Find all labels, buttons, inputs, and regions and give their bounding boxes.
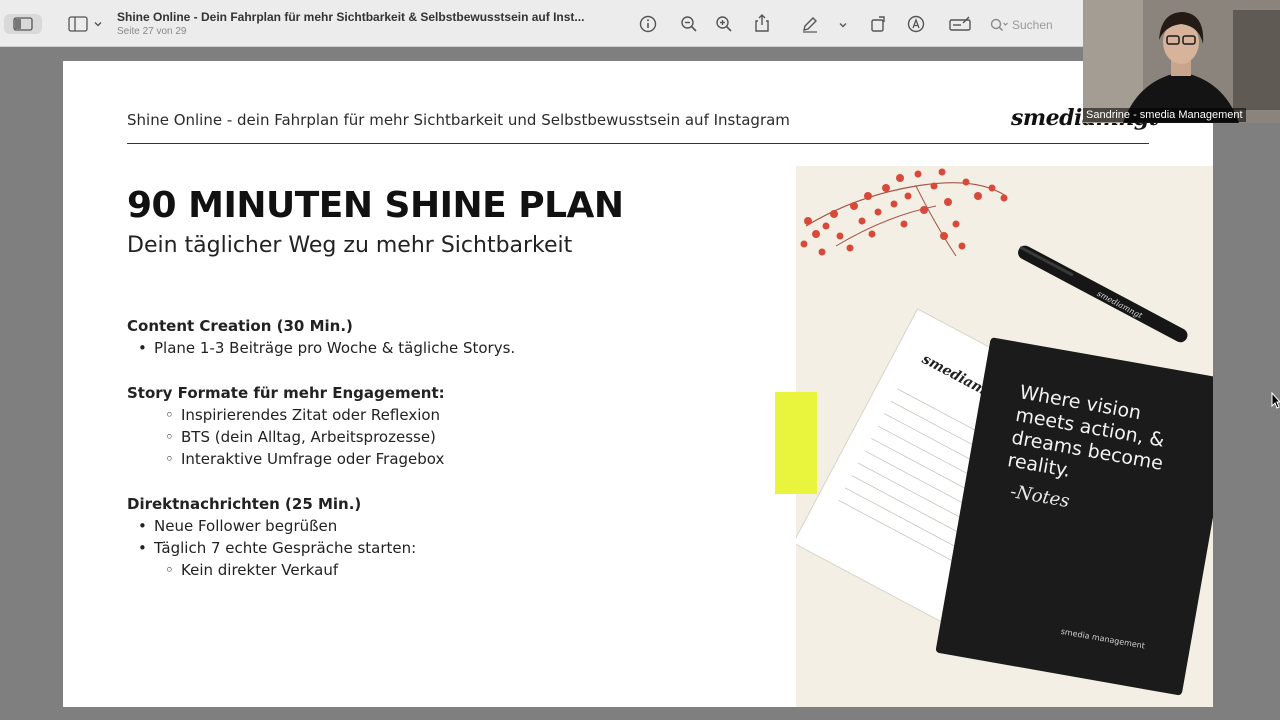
rotate-icon (871, 16, 885, 32)
pen-icon (803, 17, 817, 33)
slide-title: 90 MINUTEN SHINE PLAN (127, 185, 624, 226)
form-icon (949, 16, 971, 31)
list-item: Täglich 7 echte Gespräche starten: (127, 537, 515, 559)
sidebar-layout-icon (68, 16, 88, 32)
pdf-viewer-toolbar: Shine Online - Dein Fahrplan für mehr Si… (0, 0, 1083, 47)
notebook-photo: smediamngt smediamngt Where vision meets… (796, 166, 1213, 707)
form-fill-button[interactable] (948, 14, 972, 34)
page-indicator: Seite 27 von 29 (117, 26, 187, 37)
chevron-down-icon (839, 23, 847, 28)
zoom-out-button[interactable] (679, 14, 699, 34)
participant-name: Sandrine - smedia Management (1083, 108, 1246, 122)
search-field[interactable]: Suchen (990, 14, 1080, 36)
slide-subtitle: Dein täglicher Weg zu mehr Sichtbarkeit (127, 233, 573, 258)
sidebar-toggle-button[interactable] (4, 14, 42, 34)
slide-header: Shine Online - dein Fahrplan für mehr Si… (127, 111, 790, 129)
sticky-note (775, 392, 817, 494)
markup-menu-button[interactable] (836, 18, 850, 32)
share-icon (755, 14, 769, 32)
pdf-page: Shine Online - dein Fahrplan für mehr Si… (63, 61, 1213, 707)
zoom-out-icon (681, 16, 697, 32)
info-icon (639, 15, 657, 33)
list-item: Plane 1-3 Beiträge pro Woche & tägliche … (127, 337, 515, 359)
chevron-down-icon (94, 22, 102, 27)
sidebar-icon (13, 17, 33, 31)
section-heading: Content Creation (30 Min.) (127, 317, 353, 335)
list-item: Inspirierendes Zitat oder Reflexion (127, 404, 515, 426)
markup-button[interactable] (799, 14, 821, 34)
rotate-button[interactable] (868, 14, 888, 34)
share-button[interactable] (752, 13, 772, 33)
annotate-button[interactable] (906, 14, 926, 34)
search-placeholder: Suchen (1012, 18, 1053, 32)
annotate-icon (907, 15, 925, 33)
document-title: Shine Online - Dein Fahrplan für mehr Si… (117, 10, 585, 24)
slide-content: Content Creation (30 Min.) Plane 1-3 Bei… (127, 315, 515, 581)
mouse-cursor-icon (1271, 392, 1280, 409)
view-menu-button[interactable] (66, 13, 106, 35)
flowers (800, 168, 1008, 257)
list-item: Neue Follower begrüßen (127, 515, 515, 537)
list-item: BTS (dein Alltag, Arbeitsprozesse) (127, 426, 515, 448)
webcam-feed: Sandrine - smedia Management (1083, 0, 1280, 123)
section-heading: Story Formate für mehr Engagement: (127, 384, 445, 402)
zoom-in-icon (716, 16, 732, 32)
list-item: Kein direkter Verkauf (127, 559, 515, 581)
search-icon (990, 18, 1008, 32)
section-heading: Direktnachrichten (25 Min.) (127, 495, 362, 513)
zoom-in-button[interactable] (714, 14, 734, 34)
info-button[interactable] (638, 14, 658, 34)
pen: smediamngt (1018, 245, 1188, 343)
header-divider (127, 143, 1149, 144)
photo-illustration: smediamngt smediamngt Where vision meets… (796, 168, 1213, 696)
list-item: Interaktive Umfrage oder Fragebox (127, 448, 515, 470)
participant-video (1083, 0, 1280, 123)
